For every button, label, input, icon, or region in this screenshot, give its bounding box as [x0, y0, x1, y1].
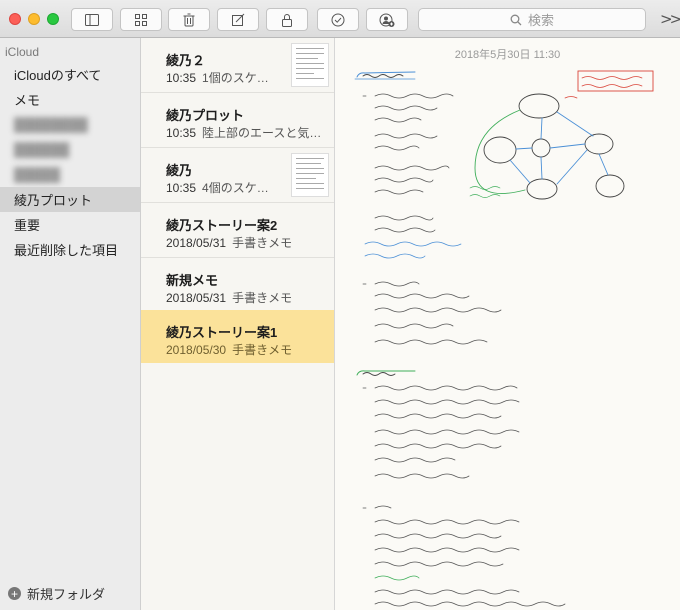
note-snippet: 4個のスケ… — [202, 181, 269, 195]
lock-icon — [282, 13, 292, 27]
note-meta: 2018/05/30 手書きメモ — [166, 341, 292, 358]
search-placeholder: 検索 — [527, 14, 554, 29]
note-thumbnail — [291, 153, 329, 197]
sidebar-item-important[interactable]: 重要 — [0, 212, 140, 237]
note-title: 新規メモ — [166, 273, 219, 288]
note-time: 10:35 — [166, 181, 197, 195]
note-item-selected[interactable]: 綾乃ストーリー案1 2018/05/30 手書きメモ — [141, 310, 334, 363]
note-title: 綾乃２ — [166, 53, 206, 68]
note-item[interactable]: 新規メモ 2018/05/31 手書きメモ — [141, 258, 334, 313]
plus-icon: + — [8, 587, 21, 600]
sidebar-item-notes[interactable]: メモ — [0, 87, 140, 112]
note-title: 綾乃ストーリー案1 — [166, 325, 278, 340]
sidebar-item-label: メモ — [14, 93, 41, 108]
note-snippet: 1個のスケ… — [202, 71, 269, 85]
delete-button[interactable] — [168, 8, 210, 31]
sidebar-item-label: 最近削除した項目 — [14, 243, 119, 258]
sidebar-toggle-icon — [85, 13, 99, 26]
sidebar-item-label: █████ — [14, 167, 61, 182]
new-folder-label: 新規フォルダ — [27, 587, 106, 602]
note-meta: 10:35 4個のスケ… — [166, 179, 269, 196]
note-list: 綾乃２ 10:35 1個のスケ… 綾乃プロット 10:35 陸上部のエースと気… 綾… — [141, 38, 335, 610]
sidebar: iCloud iCloudのすべて メモ ████████ ██████ ███… — [0, 38, 141, 610]
note-meta: 2018/05/31 手書きメモ — [166, 289, 292, 306]
sidebar-item-recently-deleted[interactable]: 最近削除した項目 — [0, 237, 140, 262]
sidebar-item-ayano-plot[interactable]: 綾乃プロット — [0, 187, 140, 212]
note-thumbnail — [291, 43, 329, 87]
note-snippet: 手書きメモ — [232, 343, 293, 357]
minimize-window-button[interactable] — [28, 13, 40, 25]
note-meta: 10:35 1個のスケ… — [166, 69, 269, 86]
note-title: 綾乃プロット — [166, 108, 245, 123]
checklist-icon — [331, 13, 345, 26]
checklist-button[interactable] — [317, 8, 359, 31]
toolbar: 検索 >> — [0, 0, 680, 38]
note-meta: 10:35 陸上部のエースと気… — [166, 124, 321, 141]
close-window-button[interactable] — [9, 13, 21, 25]
note-item[interactable]: 綾乃２ 10:35 1個のスケ… — [141, 38, 334, 93]
search-field[interactable]: 検索 — [418, 8, 646, 31]
sidebar-item-label: ██████ — [14, 142, 70, 157]
note-title: 綾乃 — [166, 163, 193, 178]
note-time: 2018/05/30 — [166, 343, 227, 357]
add-people-button[interactable] — [366, 8, 408, 31]
note-time: 10:35 — [166, 126, 197, 140]
note-item[interactable]: 綾乃 10:35 4個のスケ… — [141, 148, 334, 203]
note-snippet: 手書きメモ — [232, 291, 293, 305]
add-people-icon — [379, 13, 395, 27]
search-icon — [510, 14, 522, 25]
sidebar-item-label: ████████ — [14, 117, 88, 132]
sidebar-toggle-button[interactable] — [71, 8, 113, 31]
note-item[interactable]: 綾乃プロット 10:35 陸上部のエースと気… — [141, 93, 334, 148]
note-meta: 2018/05/31 手書きメモ — [166, 234, 292, 251]
note-time: 2018/05/31 — [166, 291, 227, 305]
compose-button[interactable] — [217, 8, 259, 31]
note-item[interactable]: 綾乃ストーリー案2 2018/05/31 手書きメモ — [141, 203, 334, 258]
note-time: 2018/05/31 — [166, 236, 227, 250]
toolbar-overflow-button[interactable]: >> — [660, 10, 680, 28]
note-snippet: 手書きメモ — [232, 236, 293, 250]
compose-icon — [232, 13, 245, 26]
sidebar-item-blurred-2[interactable]: ██████ — [0, 137, 140, 162]
handwritten-sketch — [354, 70, 654, 607]
sidebar-item-all-icloud[interactable]: iCloudのすべて — [0, 62, 140, 87]
sidebar-item-label: 綾乃プロット — [14, 193, 93, 208]
lock-button[interactable] — [266, 8, 308, 31]
gallery-view-button[interactable] — [120, 8, 162, 31]
sidebar-section-icloud: iCloud — [5, 45, 40, 59]
sidebar-item-label: iCloudのすべて — [14, 68, 102, 83]
new-folder-button[interactable]: + 新規フォルダ — [8, 584, 105, 603]
note-title: 綾乃ストーリー案2 — [166, 218, 278, 233]
note-snippet: 陸上部のエースと気… — [202, 126, 322, 140]
trash-icon — [183, 13, 195, 26]
sidebar-item-blurred-3[interactable]: █████ — [0, 162, 140, 187]
note-time: 10:35 — [166, 71, 197, 85]
gallery-icon — [135, 13, 147, 26]
sidebar-item-blurred-1[interactable]: ████████ — [0, 112, 140, 137]
sidebar-item-label: 重要 — [14, 218, 41, 233]
zoom-window-button[interactable] — [47, 13, 59, 25]
note-editor[interactable]: 2018年5月30日 11:30 — [335, 38, 680, 610]
